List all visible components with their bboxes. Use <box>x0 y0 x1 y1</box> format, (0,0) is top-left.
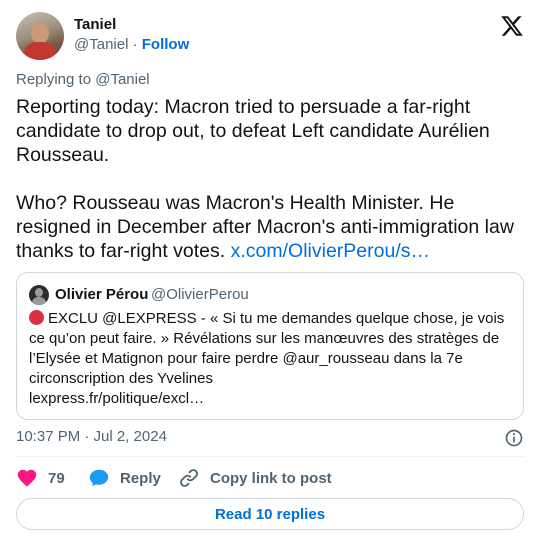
author-name[interactable]: Taniel <box>74 16 116 33</box>
tweet-link[interactable]: x.com/OlivierPerou/s… <box>231 240 430 262</box>
link-icon <box>180 469 198 487</box>
tweet-header: Taniel @Taniel · Follow <box>16 12 524 62</box>
like-count: 79 <box>48 469 65 487</box>
author-handle[interactable]: @Taniel <box>74 36 128 53</box>
author-avatar[interactable] <box>16 12 64 60</box>
quoted-tweet[interactable]: Olivier Pérou @OlivierPerou EXCLU @LEXPR… <box>16 272 524 420</box>
handle-separator: · <box>128 36 142 53</box>
divider <box>16 456 524 457</box>
quote-author-handle: @OlivierPerou <box>151 286 249 303</box>
author-handle-row: @Taniel · Follow <box>74 36 189 53</box>
replying-to-prefix: Replying to <box>16 71 96 88</box>
avatar-face <box>31 22 49 44</box>
heart-icon <box>17 469 37 487</box>
quote-body: EXCLU @LEXPRESS - « Si tu me demandes qu… <box>29 310 505 387</box>
tweet-body: Reporting today: Macron tried to persuad… <box>16 96 514 262</box>
quote-author-avatar <box>29 285 49 305</box>
like-button[interactable]: 79 <box>16 466 65 490</box>
quote-text: EXCLU @LEXPRESS - « Si tu me demandes qu… <box>29 309 515 409</box>
avatar-shirt <box>24 42 56 60</box>
tweet-timestamp[interactable]: 10:37 PM · Jul 2, 2024 <box>16 428 167 445</box>
replying-to-handle[interactable]: @Taniel <box>95 71 149 88</box>
speech-bubble-icon <box>89 469 109 487</box>
quote-avatar-body <box>32 297 46 305</box>
quote-link: lexpress.fr/politique/excl… <box>29 390 205 407</box>
follow-link[interactable]: Follow <box>142 36 190 53</box>
copy-link-button[interactable]: Copy link to post <box>178 466 332 490</box>
copy-link-label: Copy link to post <box>210 469 332 487</box>
tweet-text: Reporting today: Macron tried to persuad… <box>16 95 526 263</box>
quote-avatar-face <box>35 288 43 297</box>
red-circle-icon <box>29 310 44 325</box>
reply-button[interactable]: Reply <box>88 466 161 490</box>
quote-author-name: Olivier Pérou <box>55 286 149 303</box>
x-logo-icon[interactable] <box>500 14 524 38</box>
reply-label: Reply <box>120 469 161 487</box>
replying-to: Replying to @Taniel <box>16 71 150 88</box>
info-icon[interactable] <box>504 428 524 448</box>
action-bar: 79 Reply Copy link to post <box>16 466 524 490</box>
read-replies-button[interactable]: Read 10 replies <box>16 498 524 530</box>
